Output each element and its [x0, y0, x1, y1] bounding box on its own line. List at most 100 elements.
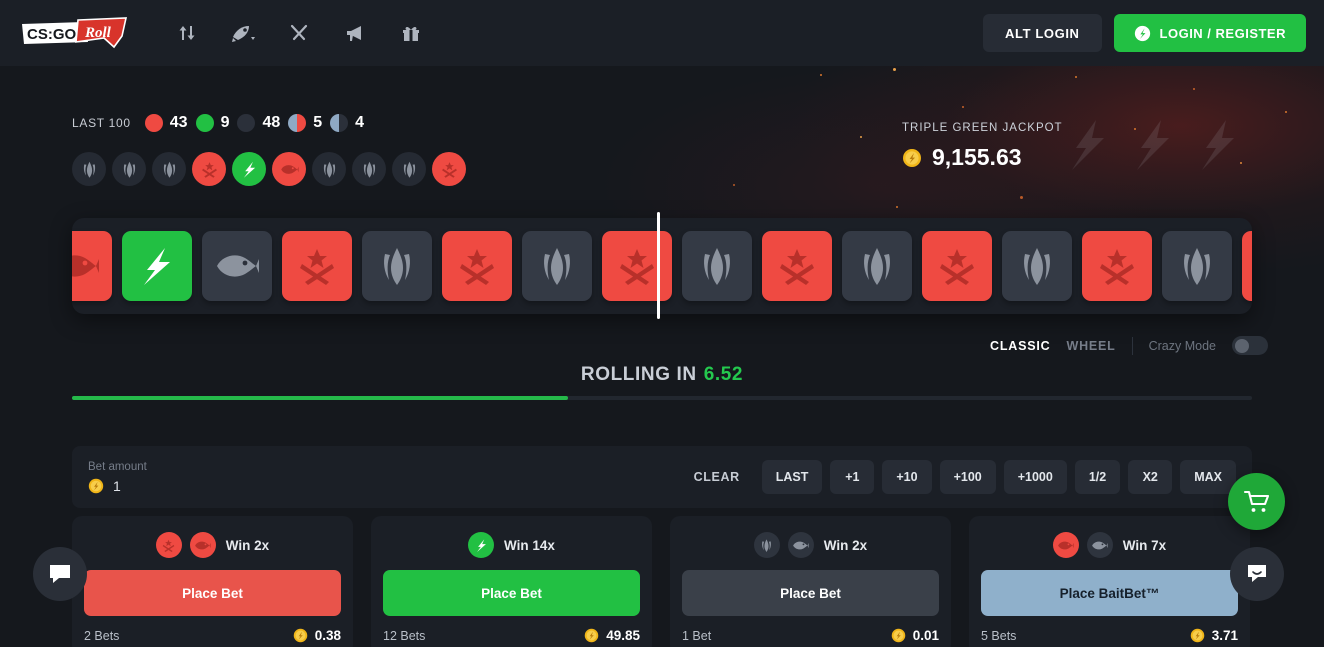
stat-value: 9 — [220, 114, 230, 131]
bet-chip-last[interactable]: LAST — [761, 460, 823, 494]
stat-dot-black — [237, 114, 256, 132]
bet-card-footer: 12 Bets 49.85 — [383, 628, 640, 643]
chat-bubble-icon[interactable] — [33, 547, 87, 601]
history-dot[interactable] — [112, 152, 146, 186]
last-100-stats: LAST 100 43 9 48 5 4 — [72, 114, 372, 132]
coin-icon — [88, 478, 104, 494]
tab-wheel[interactable]: WHEEL — [1066, 339, 1115, 353]
t-star-knives-icon — [155, 532, 182, 558]
navbar-icon-group — [172, 18, 426, 48]
login-register-button[interactable]: LOGIN / REGISTER — [1113, 14, 1306, 52]
roulette-reel[interactable] — [72, 218, 1252, 314]
bet-card: Win 2x Place Bet 2 Bets 0.38 — [72, 516, 353, 647]
stat-half-red-blue: 5 — [288, 114, 322, 132]
bet-chip-x2[interactable]: X2 — [1128, 460, 1173, 494]
place-bet-button[interactable]: Place Bet — [84, 570, 341, 616]
clear-bet-button[interactable]: CLEAR — [680, 470, 754, 484]
bet-card-icons — [1052, 532, 1113, 558]
rolling-label: ROLLING IN — [580, 364, 697, 385]
history-dot[interactable] — [312, 152, 346, 186]
bet-chip-max[interactable]: MAX — [1180, 460, 1236, 494]
bet-card-multiplier: Win 2x — [823, 537, 868, 553]
bet-card-total: 3.71 — [1190, 628, 1238, 643]
history-dot[interactable] — [432, 152, 466, 186]
csgoroll-logo[interactable]: CS:GO Roll — [18, 16, 130, 50]
reel-tile — [202, 231, 272, 301]
bet-quick-buttons: CLEAR LAST +1 +10 +100 +1000 1/2 X2 MAX — [680, 460, 1236, 494]
coin-icon — [1134, 25, 1151, 42]
bet-card-header: Win 7x — [981, 528, 1238, 562]
megaphone-icon[interactable] — [340, 18, 370, 48]
crossed-swords-icon[interactable] — [284, 18, 314, 48]
spark-particle — [1075, 76, 1077, 78]
alt-login-button[interactable]: ALT LOGIN — [983, 14, 1102, 52]
history-dot[interactable] — [392, 152, 426, 186]
rocket-dropdown-icon[interactable] — [228, 18, 258, 48]
bet-card-total-value: 0.01 — [912, 628, 939, 643]
place-bet-button[interactable]: Place BaitBet™ — [981, 570, 1238, 616]
bet-card-bets-count: 12 Bets — [383, 628, 426, 643]
bet-card-icons — [753, 532, 814, 558]
bet-card-bets-count: 5 Bets — [981, 628, 1017, 643]
crazy-mode-label: Crazy Mode — [1148, 338, 1216, 353]
bet-amount-input[interactable] — [113, 477, 263, 494]
reel-tile — [1242, 231, 1252, 301]
chat-bubble-icon[interactable] — [1230, 547, 1284, 601]
bet-chip--1[interactable]: +1 — [830, 460, 875, 494]
fish-icon — [787, 532, 814, 558]
bet-chip--1000[interactable]: +1000 — [1003, 460, 1067, 494]
bet-card-multiplier: Win 14x — [504, 537, 555, 553]
rolling-status: ROLLING IN 6.52 — [0, 364, 1324, 386]
trade-arrows-icon[interactable] — [172, 18, 202, 48]
stat-dot-green — [195, 114, 214, 132]
bet-chip--10[interactable]: +10 — [882, 460, 932, 494]
ghost-roll-logo-1 — [1066, 118, 1112, 172]
bet-amount-bar: Bet amount CLEAR LAST+1+10+100+10001/2X2… — [72, 446, 1252, 508]
spark-particle — [820, 74, 822, 76]
crazy-mode-toggle[interactable] — [1232, 336, 1268, 355]
history-dot[interactable] — [272, 152, 306, 186]
reel-tile — [1002, 231, 1072, 301]
bet-chip--100[interactable]: +100 — [939, 460, 996, 494]
bet-card-footer: 1 Bet 0.01 — [682, 628, 939, 643]
rolling-timer: 6.52 — [703, 364, 744, 385]
stat-black: 48 — [237, 114, 280, 132]
ghost-roll-logo-2 — [1131, 118, 1177, 172]
gift-icon[interactable] — [396, 18, 426, 48]
bet-card-total: 0.38 — [293, 628, 341, 643]
bet-card-footer: 5 Bets 3.71 — [981, 628, 1238, 643]
coin-icon — [902, 148, 922, 168]
ghost-roll-logo-3 — [1196, 118, 1242, 172]
bet-chip-1-2[interactable]: 1/2 — [1074, 460, 1121, 494]
reel-tile — [282, 231, 352, 301]
bet-card-header: Win 14x — [383, 528, 640, 562]
reel-tile — [72, 231, 112, 301]
history-dot[interactable] — [352, 152, 386, 186]
bet-card-footer: 2 Bets 0.38 — [84, 628, 341, 643]
bet-amount-group: Bet amount — [88, 461, 263, 494]
history-dot[interactable] — [72, 152, 106, 186]
jackpot-label: TRIPLE GREEN JACKPOT — [902, 122, 1063, 134]
bet-card: Win 2x Place Bet 1 Bet 0.01 — [670, 516, 951, 647]
rolling-progress-track — [72, 396, 1252, 400]
bet-card-total: 49.85 — [584, 628, 640, 643]
bet-card-header: Win 2x — [682, 528, 939, 562]
history-dot[interactable] — [232, 152, 266, 186]
bet-card: Win 7x Place BaitBet™ 5 Bets 3.71 — [969, 516, 1250, 647]
reel-tile — [922, 231, 992, 301]
place-bet-button[interactable]: Place Bet — [682, 570, 939, 616]
login-register-label: LOGIN / REGISTER — [1159, 25, 1286, 41]
history-dot[interactable] — [192, 152, 226, 186]
reel-tile — [842, 231, 912, 301]
shopping-cart-icon[interactable] — [1228, 473, 1285, 530]
bet-cards-row: Win 2x Place Bet 2 Bets 0.38 Win 14x Place Be… — [72, 516, 1252, 647]
last-100-label: LAST 100 — [72, 116, 131, 130]
reel-strip — [72, 218, 1252, 314]
bet-card: Win 14x Place Bet 12 Bets 49.85 — [371, 516, 652, 647]
tab-classic[interactable]: CLASSIC — [990, 339, 1050, 353]
stat-value: 5 — [313, 114, 323, 131]
place-bet-button[interactable]: Place Bet — [383, 570, 640, 616]
spark-particle — [1285, 111, 1287, 113]
history-dot[interactable] — [152, 152, 186, 186]
bet-card-multiplier: Win 7x — [1122, 537, 1167, 553]
